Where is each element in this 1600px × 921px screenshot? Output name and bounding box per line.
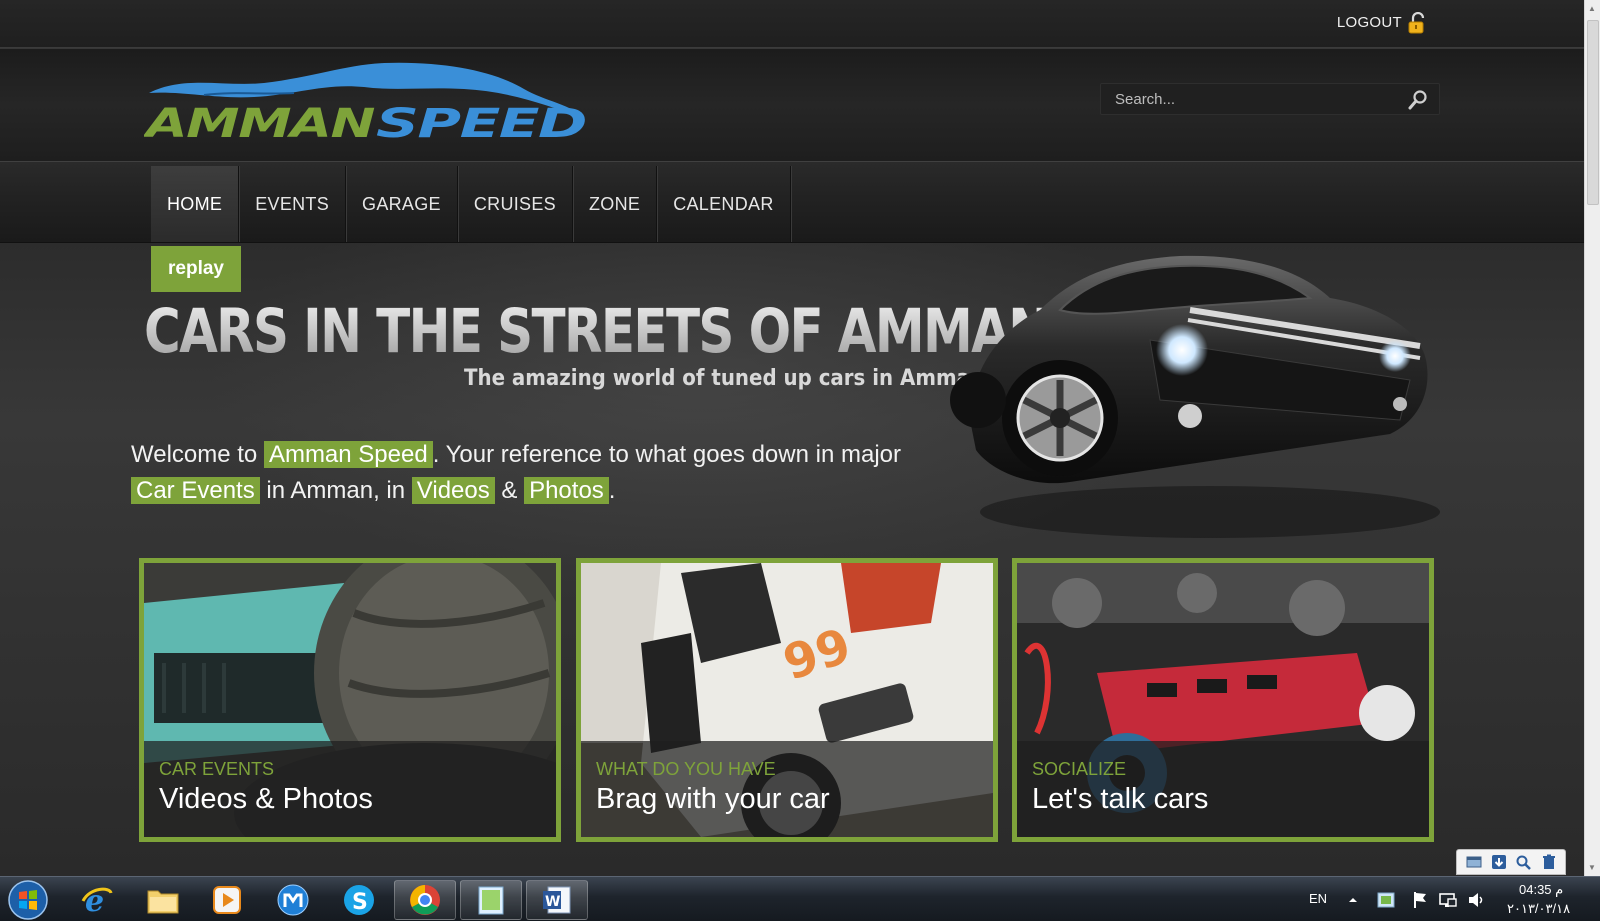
taskbar-maxthon[interactable] bbox=[262, 880, 324, 920]
svg-text:W: W bbox=[545, 894, 560, 910]
floating-toolbar bbox=[1456, 849, 1566, 875]
site-header: AMMAN SPEED bbox=[0, 49, 1584, 161]
logout-link[interactable]: LOGOUT bbox=[1337, 14, 1402, 31]
nav-calendar[interactable]: CALENDAR bbox=[657, 166, 791, 242]
language-indicator[interactable]: EN bbox=[1309, 891, 1327, 906]
unlocked-padlock-icon[interactable] bbox=[1407, 12, 1427, 34]
nav-list: HOME EVENTS GARAGE CRUISES ZONE CALENDAR bbox=[151, 166, 791, 242]
card-socialize[interactable]: SOCIALIZE Let's talk cars bbox=[1012, 558, 1434, 842]
taskbar-chrome[interactable] bbox=[394, 880, 456, 920]
clock-date[interactable]: ٢٠١٣/٠٣/١٨ bbox=[1507, 901, 1570, 917]
window-icon[interactable] bbox=[1465, 854, 1483, 870]
scroll-up-icon[interactable]: ▲ bbox=[1588, 4, 1596, 13]
skype-icon: S bbox=[344, 885, 374, 915]
photos-link[interactable]: Photos bbox=[524, 477, 609, 504]
card-headline: Let's talk cars bbox=[1032, 783, 1209, 815]
taskbar-internet-explorer[interactable]: e bbox=[66, 880, 128, 920]
notepad-icon bbox=[478, 886, 504, 915]
card-brag-car[interactable]: 99 WHAT DO YOU HAVE Brag with your car bbox=[576, 558, 998, 842]
download-icon[interactable] bbox=[1490, 854, 1508, 870]
search-icon[interactable] bbox=[1407, 89, 1429, 111]
hero-car-image bbox=[950, 255, 1440, 538]
nav-home[interactable]: HOME bbox=[151, 166, 240, 242]
card-headline: Videos & Photos bbox=[159, 783, 373, 815]
chrome-icon bbox=[410, 885, 440, 915]
welcome-text: Welcome to Amman Speed. Your reference t… bbox=[131, 437, 941, 509]
welcome-text-part: . Your reference to what goes down in ma… bbox=[432, 441, 901, 468]
welcome-text-part: in Amman, in bbox=[259, 477, 412, 504]
internet-explorer-icon: e bbox=[81, 884, 113, 917]
card-kicker: CAR EVENTS bbox=[159, 759, 275, 779]
search-input[interactable] bbox=[1101, 84, 1401, 114]
taskbar-media-player[interactable] bbox=[196, 880, 258, 920]
replay-tag[interactable]: replay bbox=[151, 246, 241, 292]
card-caption: SOCIALIZE Let's talk cars bbox=[1017, 741, 1429, 837]
scroll-thumb[interactable] bbox=[1587, 20, 1599, 205]
media-player-icon bbox=[213, 886, 241, 914]
taskbar-file-explorer[interactable] bbox=[132, 880, 194, 920]
main-nav: HOME EVENTS GARAGE CRUISES ZONE CALENDAR bbox=[0, 161, 1584, 243]
top-bar: LOGOUT bbox=[0, 0, 1584, 48]
windows-start-icon[interactable] bbox=[6, 879, 50, 921]
taskbar-word[interactable]: W bbox=[526, 880, 588, 920]
welcome-text-part: Welcome to bbox=[131, 441, 264, 468]
welcome-text-part: . bbox=[608, 477, 616, 504]
hero-title: CARS IN THE STREETS OF AMMAN bbox=[144, 296, 1050, 367]
network-icon[interactable] bbox=[1438, 890, 1458, 910]
card-kicker: SOCIALIZE bbox=[1032, 759, 1127, 779]
card-caption: CAR EVENTS Videos & Photos bbox=[144, 741, 556, 837]
car-events-link[interactable]: Car Events bbox=[131, 477, 260, 504]
action-center-flag-icon[interactable] bbox=[1410, 890, 1430, 910]
folder-icon bbox=[147, 890, 179, 914]
word-icon: W bbox=[543, 886, 571, 914]
card-caption: WHAT DO YOU HAVE Brag with your car bbox=[581, 741, 993, 837]
card-kicker: WHAT DO YOU HAVE bbox=[596, 759, 776, 779]
taskbar-notepad[interactable] bbox=[460, 880, 522, 920]
svg-text:S: S bbox=[352, 890, 368, 915]
taskbar: e S W EN 04:35 م ٢٠١٣/٠٣/١٨ bbox=[0, 876, 1600, 921]
clock-time[interactable]: 04:35 م bbox=[1519, 882, 1563, 898]
web-page: LOGOUT AMMAN SPEED HOME EVENTS GARAGE bbox=[0, 0, 1584, 876]
volume-icon[interactable] bbox=[1466, 890, 1486, 910]
nav-cruises[interactable]: CRUISES bbox=[458, 166, 573, 242]
card-headline: Brag with your car bbox=[596, 783, 830, 815]
nav-garage[interactable]: GARAGE bbox=[346, 166, 458, 242]
magnifier-icon[interactable] bbox=[1515, 854, 1533, 870]
trash-icon[interactable] bbox=[1540, 854, 1558, 870]
nav-zone[interactable]: ZONE bbox=[573, 166, 658, 242]
welcome-text-part: & bbox=[494, 477, 525, 504]
maxthon-icon bbox=[277, 884, 309, 916]
taskbar-skype[interactable]: S bbox=[328, 880, 390, 920]
amman-speed-link[interactable]: Amman Speed bbox=[263, 441, 433, 468]
search-box bbox=[1100, 83, 1440, 115]
svg-text:AMMAN: AMMAN bbox=[144, 101, 375, 141]
show-hidden-icons-icon[interactable] bbox=[1346, 890, 1360, 910]
tray-app-icon[interactable] bbox=[1376, 890, 1396, 910]
card-car-events[interactable]: CAR EVENTS Videos & Photos bbox=[139, 558, 561, 842]
scroll-down-icon[interactable]: ▼ bbox=[1588, 863, 1596, 872]
hero-subtitle: The amazing world of tuned up cars in Am… bbox=[464, 366, 985, 391]
nav-events[interactable]: EVENTS bbox=[239, 166, 347, 242]
ammanspeed-logo[interactable]: AMMAN SPEED bbox=[144, 61, 594, 141]
vertical-scrollbar[interactable]: ▲ ▼ bbox=[1584, 0, 1600, 876]
svg-text:SPEED: SPEED bbox=[376, 101, 586, 141]
videos-link[interactable]: Videos bbox=[411, 477, 495, 504]
